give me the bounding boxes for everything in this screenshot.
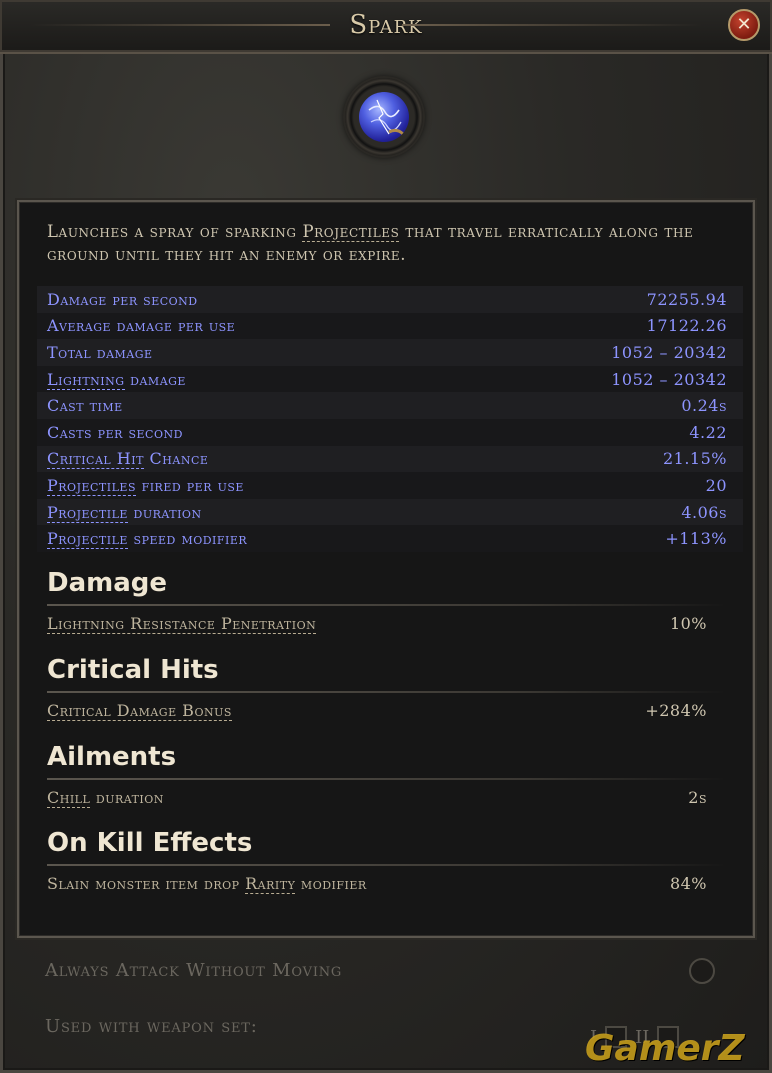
divider (47, 691, 727, 693)
skill-details-panel: Launches a spray of sparking Projectiles… (17, 200, 755, 938)
keyword-lightning[interactable]: Lightning (47, 369, 125, 390)
stat-row: Projectiles fired per use 20 (37, 472, 743, 499)
keyword-projectiles[interactable]: Projectiles (47, 475, 136, 496)
section-row: Critical Damage Bonus +284% (47, 699, 727, 721)
stat-row: Casts per second 4.22 (37, 418, 743, 446)
stat-label: Cast time (47, 396, 123, 416)
stat-row: Projectile duration 4.06s (37, 498, 743, 526)
stat-row: Cast time 0.24s (37, 392, 743, 419)
stat-value: +113% (665, 529, 727, 549)
section-title: Ailments (47, 742, 177, 772)
stat-label: Total damage (47, 342, 153, 362)
row-value: 2s (688, 787, 707, 807)
row-label: Lightning Resistance Penetration (47, 613, 317, 634)
stat-label: Critical Hit Chance (47, 449, 209, 470)
stat-value: 1052 – 20342 (611, 369, 727, 389)
stat-label: Projectile duration (47, 502, 202, 523)
stat-value: 72255.94 (646, 289, 727, 309)
section-title: Critical Hits (47, 655, 219, 685)
stat-label: Average damage per use (47, 316, 236, 336)
stat-label: Casts per second (47, 422, 183, 442)
stat-row: Critical Hit Chance 21.15% (37, 445, 743, 473)
skill-icon-frame (345, 78, 423, 156)
keyword-critical-hit[interactable]: Critical Hit (47, 449, 144, 470)
stat-label: Projectile speed modifier (47, 529, 248, 550)
skill-window: Spark ✕ Launches a spray of sparking Pro… (0, 0, 772, 1073)
stat-row: Damage per second 72255.94 (37, 286, 743, 313)
keyword-critical-damage-bonus[interactable]: Critical Damage Bonus (47, 700, 232, 721)
stats-table: Damage per second 72255.94 Average damag… (37, 286, 743, 552)
stat-value: 21.15% (662, 449, 727, 469)
stat-row: Projectile speed modifier +113% (37, 525, 743, 552)
divider (47, 604, 727, 606)
divider (47, 778, 727, 780)
section-row: Slain monster item drop Rarity modifier … (47, 872, 727, 894)
stat-label: Lightning damage (47, 369, 186, 390)
spark-orb-icon (359, 92, 409, 142)
title-bar: Spark ✕ (0, 0, 772, 54)
stat-label: Damage per second (47, 289, 198, 309)
row-label: Chill duration (47, 787, 164, 808)
row-value: +284% (645, 700, 707, 720)
stat-value: 1052 – 20342 (611, 342, 727, 362)
watermark: GamerZ (585, 1028, 745, 1069)
stat-row: Total damage 1052 – 20342 (37, 339, 743, 366)
stat-value: 20 (705, 475, 727, 495)
stat-value: 0.24s (681, 396, 727, 416)
row-value: 84% (669, 873, 707, 893)
divider (47, 864, 727, 866)
keyword-lightning-resistance-penetration[interactable]: Lightning Resistance Penetration (47, 613, 317, 634)
stat-value: 17122.26 (646, 316, 727, 336)
section-on-kill-effects: On Kill Effects Slain monster item drop … (47, 826, 727, 894)
section-critical-hits: Critical Hits Critical Damage Bonus +284… (47, 653, 727, 721)
section-damage: Damage Lightning Resistance Penetration … (47, 566, 727, 634)
stat-value: 4.22 (689, 422, 727, 442)
close-button[interactable]: ✕ (728, 9, 760, 41)
stat-label: Projectiles fired per use (47, 475, 244, 496)
section-row: Lightning Resistance Penetration 10% (47, 612, 727, 634)
weapon-set-label: Used with weapon set: (45, 1016, 258, 1037)
keyword-chill[interactable]: Chill (47, 787, 91, 808)
row-value: 10% (669, 613, 707, 633)
stat-value: 4.06s (681, 502, 727, 522)
row-label: Slain monster item drop Rarity modifier (47, 873, 367, 894)
stat-row: Average damage per use 17122.26 (37, 312, 743, 340)
section-title: Damage (47, 568, 168, 598)
row-label: Critical Damage Bonus (47, 700, 232, 721)
skill-description: Launches a spray of sparking Projectiles… (47, 220, 727, 266)
keyword-projectile[interactable]: Projectile (47, 502, 128, 523)
window-title: Spark (349, 10, 423, 40)
section-ailments: Ailments Chill duration 2s (47, 740, 727, 808)
section-title: On Kill Effects (47, 828, 253, 858)
always-attack-label: Always Attack Without Moving (45, 960, 343, 981)
stat-row: Lightning damage 1052 – 20342 (37, 365, 743, 393)
keyword-projectiles[interactable]: Projectiles (302, 222, 400, 242)
keyword-rarity[interactable]: Rarity (245, 873, 296, 894)
always-attack-toggle[interactable] (689, 958, 715, 984)
keyword-projectile[interactable]: Projectile (47, 529, 128, 550)
section-row: Chill duration 2s (47, 786, 727, 808)
description-text: Launches a spray of sparking (47, 222, 303, 241)
